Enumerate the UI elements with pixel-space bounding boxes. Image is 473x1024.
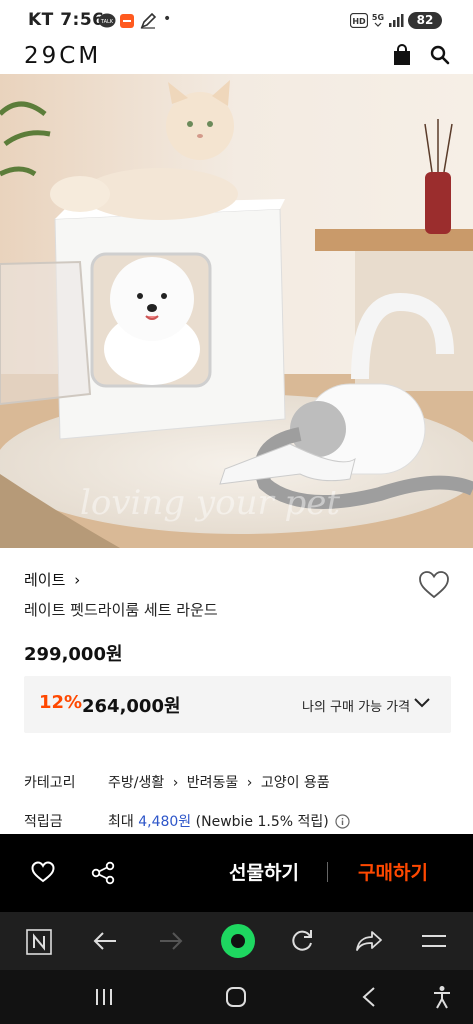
hd-voice-icon: HD <box>350 13 368 28</box>
purchase-bar: 선물하기 구매하기 <box>0 834 473 912</box>
original-price: 299,000원 <box>24 644 123 665</box>
brand-name: 레이트 <box>24 571 66 589</box>
back-icon[interactable] <box>361 986 377 1008</box>
app-header: 29CM <box>0 40 473 74</box>
category-breadcrumb: 주방/생활 › 반려동물 › 고양이 용품 <box>108 772 330 792</box>
recent-apps-icon[interactable] <box>94 987 114 1007</box>
battery-icon: 82 <box>408 12 442 29</box>
hd-label: HD <box>352 17 366 26</box>
product-name: 레이트 펫드라이룸 세트 라운드 <box>24 601 218 619</box>
search-icon[interactable] <box>430 45 450 65</box>
category-level-3[interactable]: 고양이 용품 <box>261 775 330 791</box>
category-level-1[interactable]: 주방/생활 <box>108 775 164 791</box>
points-amount: 4,480원 <box>138 814 192 830</box>
gift-button[interactable]: 선물하기 <box>207 834 321 912</box>
5g-icon: 5G <box>372 13 384 27</box>
heart-icon[interactable] <box>31 861 55 883</box>
buy-button[interactable]: 구매하기 <box>338 834 448 912</box>
browser-toolbar <box>0 912 473 970</box>
brand-chevron-icon: › <box>74 571 81 589</box>
menu-icon[interactable] <box>421 931 447 951</box>
shopping-bag-icon[interactable] <box>392 44 412 66</box>
system-nav-bar <box>0 970 473 1024</box>
share-arrow-icon[interactable] <box>355 929 383 953</box>
chevron-right-icon: › <box>246 775 253 791</box>
carrier-time: KT 7:56 <box>28 10 105 30</box>
dot-icon: • <box>163 11 172 27</box>
points-prefix: 최대 <box>108 814 134 830</box>
wishlist-heart-icon[interactable] <box>418 570 450 600</box>
product-hero-image[interactable]: loving your pet <box>0 74 473 548</box>
points-suffix: (Newbie 1.5% 적립) <box>195 814 329 830</box>
chevron-right-icon: › <box>172 775 179 791</box>
points-label: 적립금 <box>24 814 63 830</box>
signal-icon <box>389 14 404 27</box>
status-bar: KT 7:56 TALK • HD 5G 82 <box>0 0 473 40</box>
network-label: 5G <box>372 13 384 22</box>
naver-icon[interactable] <box>26 929 52 955</box>
forward-arrow-icon[interactable] <box>158 930 184 952</box>
accessibility-icon[interactable] <box>432 985 452 1009</box>
my-price-label: 나의 구매 가능 가격 <box>302 700 411 715</box>
site-logo[interactable]: 29CM <box>24 43 101 69</box>
chevron-down-icon <box>414 698 430 708</box>
discount-rate: 12% <box>39 692 83 713</box>
green-dot-icon[interactable] <box>219 922 257 960</box>
hero-watermark: loving your pet <box>80 483 340 523</box>
pen-icon <box>140 13 157 29</box>
kakaotalk-icon: TALK <box>98 13 116 28</box>
brand-link[interactable]: 레이트 › <box>24 569 80 590</box>
button-divider <box>327 862 328 882</box>
app-notification-icon <box>120 14 134 28</box>
back-arrow-icon[interactable] <box>92 930 118 952</box>
hero-photo: loving your pet <box>0 74 473 548</box>
carrier-label: KT <box>28 10 54 30</box>
talk-label: TALK <box>100 19 114 25</box>
refresh-icon[interactable] <box>289 928 315 954</box>
share-icon[interactable] <box>91 861 115 885</box>
points-value: 최대 4,480원 (Newbie 1.5% 적립) <box>108 811 350 831</box>
discount-box[interactable]: 12% 264,000원 나의 구매 가능 가격 <box>24 676 451 733</box>
info-icon[interactable] <box>335 814 350 829</box>
home-icon[interactable] <box>225 986 247 1008</box>
discount-price: 264,000원 <box>82 696 181 717</box>
category-level-2[interactable]: 반려동물 <box>187 775 239 791</box>
category-label: 카테고리 <box>24 775 76 791</box>
